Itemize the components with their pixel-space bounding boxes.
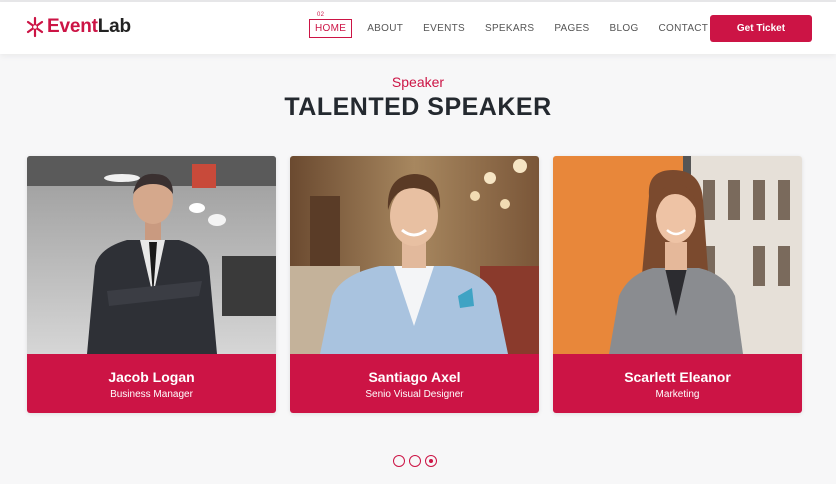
main-nav: 02 HOME ABOUT EVENTS SPEKARS PAGES BLOG … xyxy=(309,12,728,38)
speaker-role: Business Manager xyxy=(110,389,193,400)
speaker-role: Senio Visual Designer xyxy=(365,389,464,400)
logo-star-icon xyxy=(26,16,44,38)
speaker-info: Jacob Logan Business Manager xyxy=(27,354,276,413)
nav-about[interactable]: ABOUT xyxy=(367,23,403,34)
speaker-photo xyxy=(553,156,802,354)
nav-home[interactable]: 02 HOME xyxy=(309,12,353,38)
nav-pages[interactable]: PAGES xyxy=(554,23,589,34)
carousel-dot[interactable] xyxy=(409,455,421,467)
get-ticket-button[interactable]: Get Ticket xyxy=(710,15,812,42)
section-subtitle: Speaker xyxy=(391,74,445,90)
speaker-card[interactable]: Santiago Axel Senio Visual Designer xyxy=(290,156,539,413)
speaker-name: Santiago Axel xyxy=(368,369,461,385)
logo-text: EventLab xyxy=(47,16,131,37)
speaker-name: Jacob Logan xyxy=(108,369,195,385)
logo[interactable]: EventLab xyxy=(26,16,131,38)
carousel-dot[interactable] xyxy=(393,455,405,467)
speaker-card[interactable]: Scarlett Eleanor Marketing xyxy=(553,156,802,413)
speaker-name: Scarlett Eleanor xyxy=(624,369,731,385)
section-title: TALENTED SPEAKER xyxy=(284,93,552,121)
carousel-pagination xyxy=(393,455,441,467)
site-header: EventLab 02 HOME ABOUT EVENTS SPEKARS PA… xyxy=(0,2,836,54)
nav-active-number: 02 xyxy=(316,12,326,18)
nav-blog[interactable]: BLOG xyxy=(610,23,639,34)
speaker-info: Scarlett Eleanor Marketing xyxy=(553,354,802,413)
nav-home-label: HOME xyxy=(315,23,347,34)
carousel-dot-active[interactable] xyxy=(425,455,437,467)
speaker-photo xyxy=(27,156,276,354)
speaker-role: Marketing xyxy=(655,389,700,400)
nav-speakers[interactable]: SPEKARS xyxy=(485,23,534,34)
speaker-photo xyxy=(290,156,539,354)
speaker-card[interactable]: Jacob Logan Business Manager xyxy=(27,156,276,413)
nav-events[interactable]: EVENTS xyxy=(423,23,465,34)
speaker-info: Santiago Axel Senio Visual Designer xyxy=(290,354,539,413)
nav-contact[interactable]: CONTACT xyxy=(659,23,709,34)
